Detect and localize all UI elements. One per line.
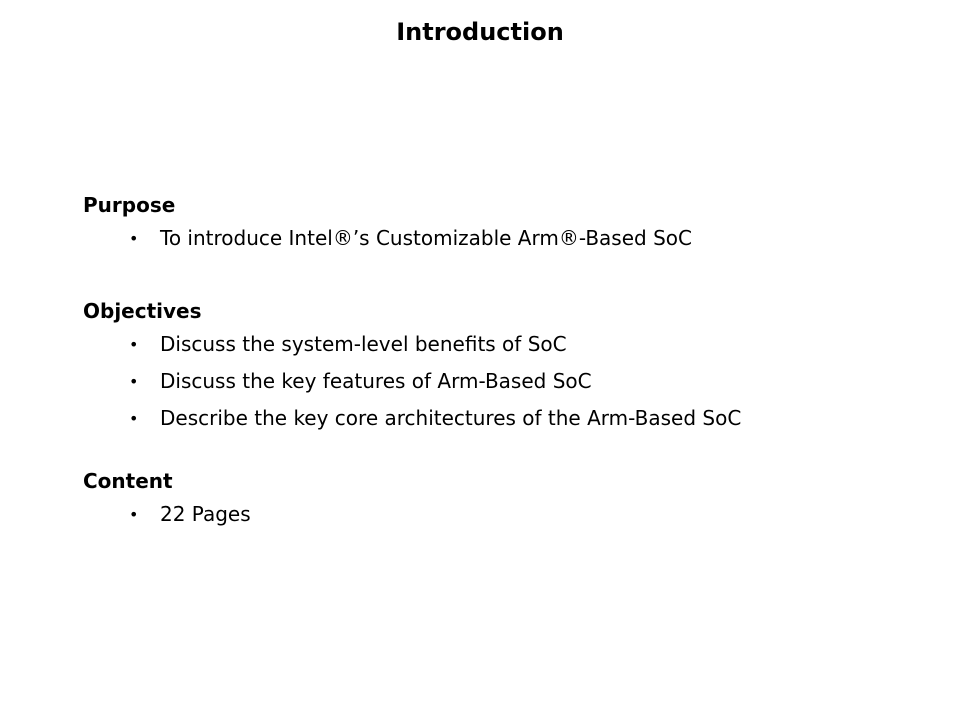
bullet-icon: • <box>129 372 139 391</box>
page-title: Introduction <box>396 18 564 46</box>
section-heading: Content <box>83 469 173 493</box>
section-purpose: Purpose • To introduce Intel®’s Customiza… <box>83 190 692 257</box>
section-heading: Objectives <box>83 299 202 323</box>
list-item: • Discuss the key features of Arm-Based S… <box>83 363 741 400</box>
bullet-list: • To introduce Intel®’s Customizable Arm®… <box>83 220 692 257</box>
bullet-icon: • <box>129 335 139 354</box>
list-item-text: Discuss the key features of Arm-Based So… <box>160 369 592 393</box>
section-objectives: Objectives • Discuss the system-level ben… <box>83 296 741 437</box>
section-content: Content • 22 Pages <box>83 466 251 533</box>
bullet-icon: • <box>129 409 139 428</box>
list-item: • Discuss the system-level benefits of So… <box>83 326 741 363</box>
bullet-list: • Discuss the system-level benefits of So… <box>83 326 741 437</box>
section-heading: Purpose <box>83 193 176 217</box>
bullet-icon: • <box>129 505 139 524</box>
list-item: • To introduce Intel®’s Customizable Arm®… <box>83 220 692 257</box>
list-item-text: 22 Pages <box>160 502 251 526</box>
list-item-text: Discuss the system-level benefits of SoC <box>160 332 567 356</box>
bullet-list: • 22 Pages <box>83 496 251 533</box>
bullet-icon: • <box>129 229 139 248</box>
list-item: • 22 Pages <box>83 496 251 533</box>
list-item-text: Describe the key core architectures of t… <box>160 406 742 430</box>
list-item: • Describe the key core architectures of … <box>83 400 741 437</box>
list-item-text: To introduce Intel®’s Customizable Arm®-… <box>160 226 692 250</box>
